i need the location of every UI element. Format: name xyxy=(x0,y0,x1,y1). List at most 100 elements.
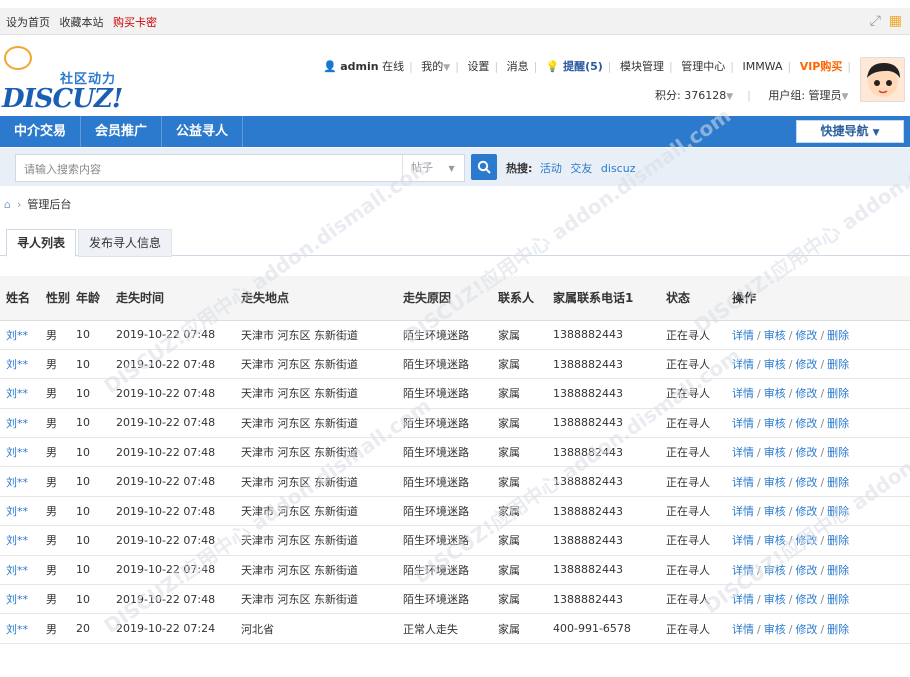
review-link[interactable]: 审核 xyxy=(764,387,786,400)
name-cell[interactable]: 刘** xyxy=(0,378,40,409)
delete-link[interactable]: 删除 xyxy=(827,534,849,547)
edit-link[interactable]: 修改 xyxy=(795,446,817,459)
review-link[interactable]: 审核 xyxy=(764,358,786,371)
hot-link[interactable]: 活动 xyxy=(540,162,562,175)
age-cell: 10 xyxy=(70,437,110,468)
reason-cell: 陌生环境迷路 xyxy=(397,408,492,439)
site-logo[interactable]: 社区动力 DISCUZ! xyxy=(2,44,132,114)
delete-link[interactable]: 删除 xyxy=(827,387,849,400)
edit-link[interactable]: 修改 xyxy=(795,564,817,577)
detail-link[interactable]: 详情 xyxy=(732,593,754,606)
table-row: 刘** 男 10 2019-10-22 07:48 天津市 河东区 东新街道 陌生环境迷路… xyxy=(0,349,910,380)
tab-missing-list[interactable]: 寻人列表 xyxy=(6,229,77,257)
remind-link[interactable]: 提醒(5) xyxy=(563,60,603,73)
set-home-link[interactable]: 设为首页 xyxy=(6,16,50,29)
detail-link[interactable]: 详情 xyxy=(732,358,754,371)
detail-link[interactable]: 详情 xyxy=(732,329,754,342)
detail-link[interactable]: 详情 xyxy=(732,446,754,459)
settings-link[interactable]: 设置 xyxy=(467,60,489,73)
review-link[interactable]: 审核 xyxy=(764,505,786,518)
detail-link[interactable]: 详情 xyxy=(732,387,754,400)
mine-menu[interactable]: 我的 xyxy=(421,60,443,73)
detail-link[interactable]: 详情 xyxy=(732,564,754,577)
edit-link[interactable]: 修改 xyxy=(795,358,817,371)
separator: / xyxy=(788,505,793,519)
search-input[interactable]: 请输入搜索内容 帖子 ▼ xyxy=(15,154,465,182)
review-link[interactable]: 审核 xyxy=(764,564,786,577)
place-cell: 天津市 河东区 东新街道 xyxy=(235,437,397,468)
tab-publish-missing[interactable]: 发布寻人信息 xyxy=(78,229,173,257)
name-cell[interactable]: 刘** xyxy=(0,349,40,380)
review-link[interactable]: 审核 xyxy=(764,534,786,547)
edit-link[interactable]: 修改 xyxy=(795,623,817,636)
usergroup-menu[interactable]: 用户组: 管理员 xyxy=(768,89,841,102)
phone-cell: 1388882443 xyxy=(547,584,660,615)
edit-link[interactable]: 修改 xyxy=(795,387,817,400)
name-cell[interactable]: 刘** xyxy=(0,320,40,350)
name-cell[interactable]: 刘** xyxy=(0,466,40,497)
delete-link[interactable]: 删除 xyxy=(827,358,849,371)
nav-item-member-promo[interactable]: 会员推广 xyxy=(81,116,163,147)
delete-link[interactable]: 删除 xyxy=(827,505,849,518)
name-cell[interactable]: 刘** xyxy=(0,408,40,439)
name-cell[interactable]: 刘** xyxy=(0,437,40,468)
edit-link[interactable]: 修改 xyxy=(795,417,817,430)
edit-link[interactable]: 修改 xyxy=(795,329,817,342)
review-link[interactable]: 审核 xyxy=(764,446,786,459)
style-switch-icon[interactable]: ▦ xyxy=(889,13,902,29)
reason-cell: 陌生环境迷路 xyxy=(397,437,492,468)
delete-link[interactable]: 删除 xyxy=(827,593,849,606)
username-link[interactable]: admin xyxy=(340,60,378,73)
hot-link[interactable]: discuz xyxy=(601,162,636,175)
messages-link[interactable]: 消息 xyxy=(507,60,529,73)
delete-link[interactable]: 删除 xyxy=(827,623,849,636)
review-link[interactable]: 审核 xyxy=(764,329,786,342)
points-menu[interactable]: 积分: 376128 xyxy=(655,89,726,102)
review-link[interactable]: 审核 xyxy=(764,476,786,489)
search-button[interactable] xyxy=(471,154,497,180)
review-link[interactable]: 审核 xyxy=(764,417,786,430)
avatar[interactable] xyxy=(860,57,905,102)
detail-link[interactable]: 详情 xyxy=(732,417,754,430)
buy-card-link[interactable]: 购买卡密 xyxy=(113,16,157,29)
fullscreen-icon[interactable]: ⤢ xyxy=(870,13,881,29)
top-utility-bar: 设为首页 收藏本站 购买卡密 ⤢ ▦ xyxy=(0,8,910,35)
breadcrumb-current[interactable]: 管理后台 xyxy=(27,198,71,211)
manage-center-link[interactable]: 管理中心 xyxy=(681,60,725,73)
search-type-select[interactable]: 帖子 ▼ xyxy=(402,155,464,181)
detail-link[interactable]: 详情 xyxy=(732,534,754,547)
quick-nav-button[interactable]: 快捷导航 ▼ xyxy=(796,120,904,143)
name-cell[interactable]: 刘** xyxy=(0,584,40,615)
nav-item-brokerage[interactable]: 中介交易 xyxy=(0,116,82,147)
delete-link[interactable]: 删除 xyxy=(827,564,849,577)
reason-cell: 陌生环境迷路 xyxy=(397,525,492,556)
detail-link[interactable]: 详情 xyxy=(732,476,754,489)
edit-link[interactable]: 修改 xyxy=(795,505,817,518)
search-bar: 请输入搜索内容 帖子 ▼ 热搜: 活动 交友 discuz xyxy=(0,148,910,186)
delete-link[interactable]: 删除 xyxy=(827,417,849,430)
name-cell[interactable]: 刘** xyxy=(0,525,40,556)
detail-link[interactable]: 详情 xyxy=(732,505,754,518)
review-link[interactable]: 审核 xyxy=(764,623,786,636)
vip-buy-link[interactable]: VIP购买 xyxy=(800,60,843,73)
caret-down-icon: ▼ xyxy=(872,128,880,138)
bookmark-link[interactable]: 收藏本站 xyxy=(60,16,104,29)
block-manage-link[interactable]: 模块管理 xyxy=(620,60,664,73)
name-cell[interactable]: 刘** xyxy=(0,555,40,586)
nav-item-missing-persons[interactable]: 公益寻人 xyxy=(162,116,244,147)
immwa-link[interactable]: IMMWA xyxy=(742,60,782,73)
home-icon[interactable]: ⌂ xyxy=(4,198,11,211)
edit-link[interactable]: 修改 xyxy=(795,593,817,606)
name-cell[interactable]: 刘** xyxy=(0,496,40,527)
delete-link[interactable]: 删除 xyxy=(827,329,849,342)
separator: / xyxy=(820,387,825,401)
delete-link[interactable]: 删除 xyxy=(827,476,849,489)
delete-link[interactable]: 删除 xyxy=(827,446,849,459)
hot-link[interactable]: 交友 xyxy=(570,162,592,175)
edit-link[interactable]: 修改 xyxy=(795,476,817,489)
separator: / xyxy=(820,563,825,577)
review-link[interactable]: 审核 xyxy=(764,593,786,606)
edit-link[interactable]: 修改 xyxy=(795,534,817,547)
name-cell[interactable]: 刘** xyxy=(0,613,40,644)
detail-link[interactable]: 详情 xyxy=(732,623,754,636)
